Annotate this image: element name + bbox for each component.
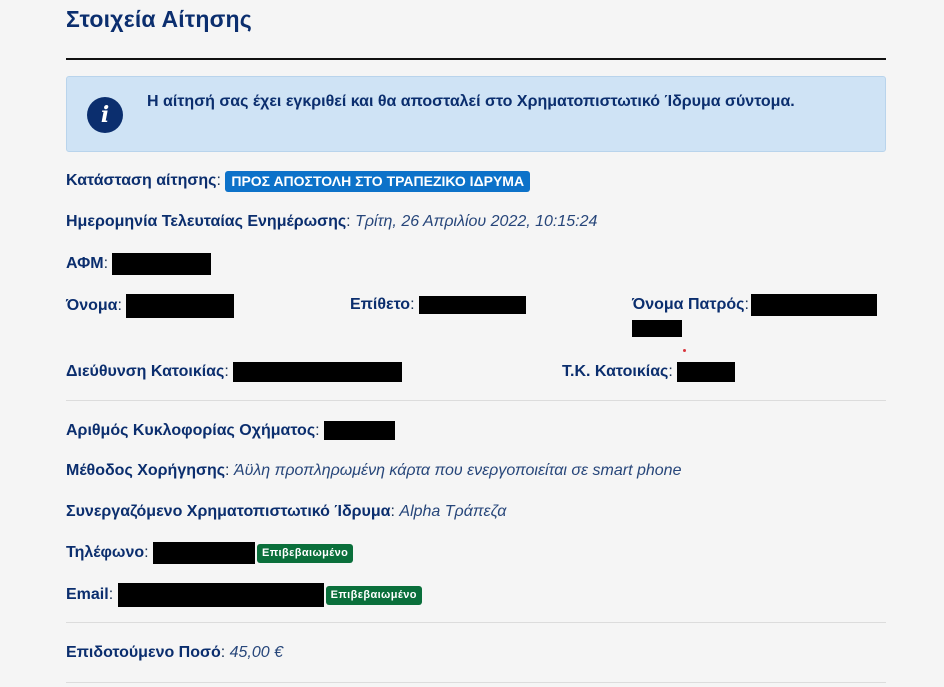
vehicle-plate-row: Αριθμός Κυκλοφορίας Οχήματος: [66,420,396,442]
last-name-label: Επίθετο [350,296,411,313]
page-title: Στοιχεία Αίτησης [66,6,252,32]
grant-method-label: Μέθοδος Χορήγησης [66,462,226,479]
address-row: Διεύθυνση Κατοικίας: [66,361,403,383]
grant-method-value: Άϋλη προπληρωμένη κάρτα που ενεργοποιείτ… [233,462,682,479]
section-divider [66,400,886,401]
father-name-redacted-value [750,294,877,316]
first-name-label: Όνομα [66,297,118,315]
email-redacted-value [117,583,324,607]
info-icon: i [87,97,123,133]
email-verified-badge: Επιβεβαιωμένο [325,585,422,605]
last-update-row: Ημερομηνία Τελευταίας Ενημέρωσης: Τρίτη,… [66,213,598,230]
address-redacted-value [233,361,403,382]
afm-label: ΑΦΜ [66,255,104,273]
section-divider [66,682,886,683]
address-label: Διεύθυνση Κατοικίας [66,363,225,380]
father-name-redacted-value-continued [632,320,682,337]
last-name-redacted-value [418,295,526,314]
bank-row: Συνεργαζόμενο Χρηματοπιστωτικό Ίδρυμα: A… [66,503,507,520]
bank-label: Συνεργαζόμενο Χρηματοπιστωτικό Ίδρυμα [66,503,391,520]
email-row: Email: Επιβεβαιωμένο [66,583,422,607]
phone-verified-badge: Επιβεβαιωμένο [257,543,354,563]
last-name-row: Επίθετο: [350,294,526,316]
amount-label: Επιδοτούμενο Ποσό [66,644,221,661]
vehicle-plate-redacted-value [324,421,396,441]
status-row: Κατάσταση αίτησης: ΠΡΟΣ ΑΠΟΣΤΟΛΗ ΣΤΟ ΤΡΑ… [66,170,531,192]
amount-value: 45,00 € [229,644,284,661]
phone-redacted-value [153,542,255,564]
last-update-value: Τρίτη, 26 Απριλίου 2022, 10:15:24 [355,213,598,230]
phone-row: Τηλέφωνο: Επιβεβαιωμένο [66,542,354,564]
title-divider [66,58,886,60]
bank-value: Alpha Τράπεζα [399,503,507,520]
father-name-label: Όνομα Πατρός [632,296,745,314]
first-name-redacted-value [126,294,235,318]
email-label: Email [66,586,109,604]
afm-redacted-value [112,253,212,275]
vehicle-plate-label: Αριθμός Κυκλοφορίας Οχήματος [66,422,316,439]
info-alert: i Η αίτησή σας έχει εγκριθεί και θα αποσ… [66,76,886,152]
amount-row: Επιδοτούμενο Ποσό: 45,00 € [66,644,284,661]
first-name-row: Όνομα: [66,294,235,318]
postal-code-label: Τ.Κ. Κατοικίας [562,363,669,380]
postal-code-row: Τ.Κ. Κατοικίας: [562,361,736,383]
father-name-row: Όνομα Πατρός: [632,294,877,316]
alert-message: Η αίτησή σας έχει εγκριθεί και θα αποστα… [147,93,795,110]
status-label: Κατάσταση αίτησης [66,172,217,189]
postal-code-redacted-value [677,361,736,382]
grant-method-row: Μέθοδος Χορήγησης: Άϋλη προπληρωμένη κάρ… [66,462,682,479]
phone-label: Τηλέφωνο [66,544,145,562]
afm-row: ΑΦΜ: [66,253,212,275]
red-dot-marker [683,349,686,352]
section-divider [66,622,886,623]
status-badge: ΠΡΟΣ ΑΠΟΣΤΟΛΗ ΣΤΟ ΤΡΑΠΕΖΙΚΟ ΙΔΡΥΜΑ [225,171,531,192]
last-update-label: Ημερομηνία Τελευταίας Ενημέρωσης [66,213,347,230]
